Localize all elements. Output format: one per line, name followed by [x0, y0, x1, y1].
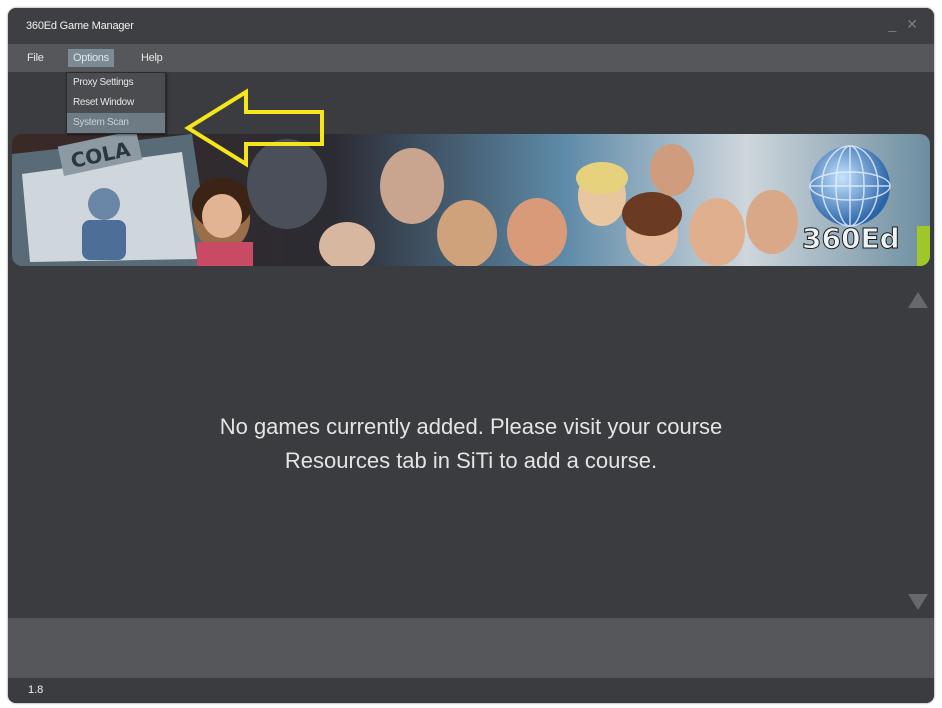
menu-file[interactable]: File: [22, 49, 49, 67]
empty-state-message: No games currently added. Please visit y…: [8, 410, 934, 478]
footer-panel: [8, 618, 934, 678]
options-dropdown-menu: Proxy Settings Reset Window System Scan: [66, 72, 166, 134]
menu-item-reset-window[interactable]: Reset Window: [67, 93, 165, 113]
minimize-button[interactable]: _: [888, 16, 896, 33]
scroll-down-arrow[interactable]: [908, 594, 928, 610]
menu-bar: File Options Help: [8, 44, 934, 72]
title-bar[interactable]: 360Ed Game Manager _ ✕: [8, 8, 934, 44]
scroll-up-arrow[interactable]: [908, 292, 928, 308]
app-window: 360Ed Game Manager _ ✕ File Options Help: [8, 8, 934, 703]
left-arrow-icon: [184, 88, 324, 168]
game-banner: COLA 360Ed: [12, 134, 930, 266]
version-label: 1.8: [28, 684, 44, 696]
window-controls: _ ✕: [888, 16, 918, 33]
window-title: 360Ed Game Manager: [26, 20, 134, 32]
games-list[interactable]: No games currently added. Please visit y…: [8, 274, 934, 618]
menu-options[interactable]: Options: [68, 49, 114, 67]
empty-message-line-2: Resources tab in SiTi to add a course.: [284, 448, 658, 473]
svg-text:360Ed: 360Ed: [802, 222, 900, 255]
menu-help[interactable]: Help: [136, 49, 167, 67]
banner-image: COLA 360Ed: [12, 134, 930, 266]
close-button[interactable]: ✕: [906, 16, 918, 33]
menu-item-system-scan[interactable]: System Scan: [67, 113, 165, 133]
status-bar: 1.8: [8, 678, 934, 703]
empty-message-line-1: No games currently added. Please visit y…: [219, 414, 723, 439]
menu-item-proxy-settings[interactable]: Proxy Settings: [67, 73, 165, 93]
